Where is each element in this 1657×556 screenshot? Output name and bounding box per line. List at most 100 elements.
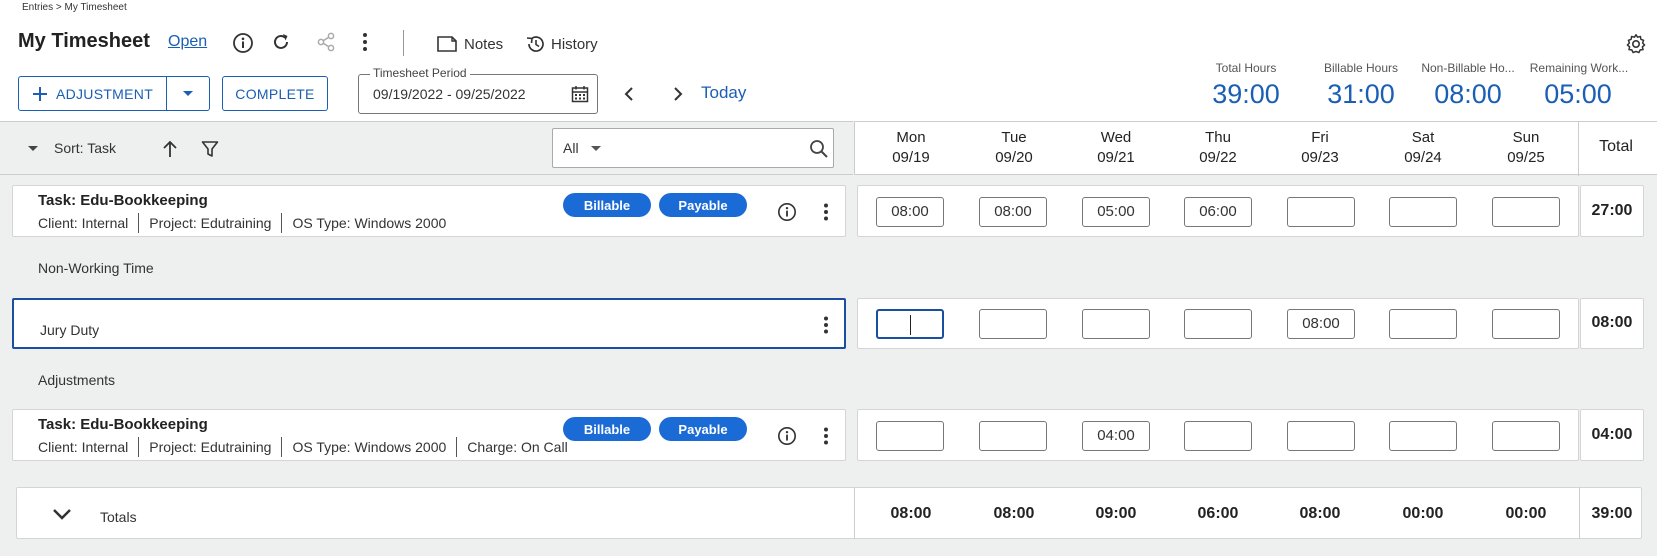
hours-input-wed[interactable]: 04:00 (1082, 421, 1150, 451)
status-link[interactable]: Open (168, 33, 207, 51)
info-icon[interactable] (232, 32, 254, 54)
history-button[interactable]: History (525, 32, 625, 56)
hours-input-mon[interactable] (876, 421, 944, 451)
notes-icon (437, 36, 457, 52)
caret-down-icon (183, 90, 193, 96)
total-column-header: Total (1599, 138, 1633, 155)
hours-input-thu[interactable]: 06:00 (1184, 197, 1252, 227)
complete-button[interactable]: COMPLETE (222, 76, 328, 111)
task-more-options-icon[interactable] (816, 425, 836, 447)
row-total: 08:00 (1591, 314, 1633, 331)
filter-select-value[interactable]: All (563, 140, 579, 156)
hours-input-sat[interactable] (1389, 421, 1457, 451)
task-os-type: OS Type: Windows 2000 (292, 439, 447, 455)
summary-total-hours-value: 39:00 (1212, 79, 1280, 109)
task-client: Client: Internal (38, 439, 129, 455)
hours-input-thu[interactable] (1184, 421, 1252, 451)
hours-input-wed[interactable]: 05:00 (1082, 197, 1150, 227)
today-link[interactable]: Today (701, 83, 746, 103)
totals-sun: 00:00 (1505, 505, 1547, 522)
billable-badge: Billable (563, 417, 651, 441)
plus-icon (32, 86, 47, 101)
day-header-sun: Sun 09/25 (1507, 129, 1545, 166)
payable-badge: Payable (659, 417, 747, 441)
summary-total-hours-label: Total Hours (1215, 61, 1277, 75)
jury-duty-row-card[interactable] (12, 298, 846, 349)
task-title: Task: Edu-Bookkeeping (38, 416, 208, 433)
adjustment-dropdown-button[interactable] (166, 76, 210, 111)
breadcrumb[interactable]: Entries > My Timesheet (22, 2, 127, 13)
day-header-wed: Wed 09/21 (1097, 129, 1135, 166)
hours-input-mon[interactable] (876, 309, 944, 339)
calendar-icon[interactable] (570, 84, 590, 104)
day-header-mon: Mon 09/19 (892, 129, 930, 166)
page-title: My Timesheet (18, 30, 150, 52)
totals-label: Totals (100, 509, 137, 525)
hours-input-wed[interactable] (1082, 309, 1150, 339)
sort-label[interactable]: Sort: Task (54, 140, 116, 156)
previous-period-icon[interactable] (620, 84, 638, 104)
summary-billable-hours-value: 31:00 (1327, 79, 1395, 109)
next-period-icon[interactable] (669, 84, 687, 104)
row-total: 27:00 (1591, 202, 1633, 219)
task-info-icon[interactable] (776, 201, 798, 223)
refresh-icon[interactable] (270, 31, 292, 53)
totals-tue: 08:00 (993, 505, 1035, 522)
totals-divider (854, 487, 855, 539)
hours-input-thu[interactable] (1184, 309, 1252, 339)
task-title: Task: Edu-Bookkeeping (38, 192, 208, 209)
search-icon[interactable] (808, 138, 830, 160)
history-icon (526, 36, 544, 52)
hours-input-sun[interactable] (1492, 197, 1560, 227)
task-project: Project: Edutraining (149, 215, 272, 231)
task-os-type: OS Type: Windows 2000 (292, 215, 447, 231)
more-options-icon[interactable] (354, 30, 376, 54)
timesheet-period-value[interactable]: 09/19/2022 - 09/25/2022 (373, 86, 526, 102)
toolbar-divider (403, 30, 404, 56)
totals-fri: 08:00 (1299, 505, 1341, 522)
hours-input-sat[interactable] (1389, 309, 1457, 339)
hours-input-fri[interactable]: 08:00 (1287, 309, 1355, 339)
hours-input-fri[interactable] (1287, 421, 1355, 451)
summary-remaining-work-label: Remaining Work... (1529, 61, 1629, 75)
section-adjustments: Adjustments (38, 372, 116, 388)
hours-input-fri[interactable] (1287, 197, 1355, 227)
filter-funnel-icon[interactable] (200, 139, 220, 159)
adjustment-button[interactable]: ADJUSTMENT (18, 76, 167, 111)
hours-input-tue[interactable] (979, 309, 1047, 339)
summary-billable-hours-label: Billable Hours (1323, 61, 1399, 75)
hours-input-mon[interactable]: 08:00 (876, 197, 944, 227)
payable-badge: Payable (659, 193, 747, 217)
hours-input-tue[interactable] (979, 421, 1047, 451)
filter-dropdown-caret-icon[interactable] (589, 142, 603, 156)
history-label: History (551, 35, 598, 53)
sort-collapse-caret-icon[interactable] (26, 142, 40, 156)
day-header-tue: Tue 09/20 (995, 129, 1033, 166)
settings-gear-icon[interactable] (1624, 32, 1648, 56)
share-icon[interactable] (315, 31, 337, 53)
task-client: Client: Internal (38, 215, 129, 231)
notes-button[interactable]: Notes (436, 32, 526, 56)
totals-sat: 00:00 (1402, 505, 1444, 522)
task-charge: Charge: On Call (467, 439, 568, 455)
task-project: Project: Edutraining (149, 439, 272, 455)
day-header-sat: Sat 09/24 (1404, 129, 1442, 166)
hours-input-sun[interactable] (1492, 421, 1560, 451)
hours-input-sat[interactable] (1389, 197, 1457, 227)
summary-non-billable-hours-value: 08:00 (1434, 79, 1502, 109)
task-meta: Client: Internal Project: Edutraining OS… (38, 437, 568, 457)
jury-more-options-icon[interactable] (816, 314, 836, 336)
task-info-icon[interactable] (776, 425, 798, 447)
notes-label: Notes (464, 35, 504, 53)
hours-input-sun[interactable] (1492, 309, 1560, 339)
sort-ascending-arrow-icon[interactable] (160, 138, 180, 160)
hours-input-tue[interactable]: 08:00 (979, 197, 1047, 227)
totals-expand-chevron-icon[interactable] (50, 505, 74, 523)
adjustment-label: ADJUSTMENT (55, 85, 154, 102)
task-more-options-icon[interactable] (816, 201, 836, 223)
totals-mon: 08:00 (890, 505, 932, 522)
task-meta: Client: Internal Project: Edutraining OS… (38, 213, 446, 233)
totals-thu: 06:00 (1197, 505, 1239, 522)
summary-remaining-work-value: 05:00 (1544, 79, 1612, 109)
row-total: 04:00 (1591, 426, 1633, 443)
